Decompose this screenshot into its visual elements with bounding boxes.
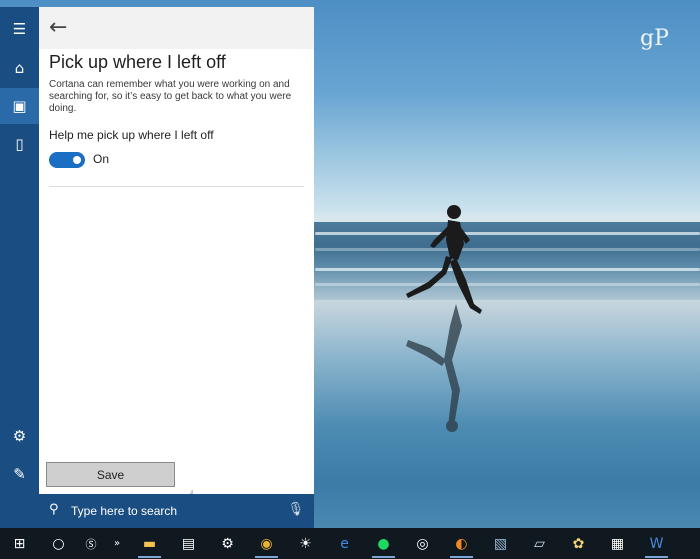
- weather-icon[interactable]: ☀: [286, 528, 325, 559]
- word-icon[interactable]: W: [637, 528, 676, 559]
- home-icon[interactable]: ⌂: [0, 50, 39, 86]
- chrome-icon[interactable]: ◉: [247, 528, 286, 559]
- back-arrow-icon[interactable]: ←: [49, 15, 67, 40]
- wave: [315, 248, 700, 251]
- search-input[interactable]: Type here to search: [71, 504, 177, 518]
- store-icon[interactable]: ▤: [169, 528, 208, 559]
- spotify-icon[interactable]: ●: [364, 528, 403, 559]
- edge-icon[interactable]: e: [325, 528, 364, 559]
- notes-icon[interactable]: ▱: [520, 528, 559, 559]
- skype-icon[interactable]: Ⓢ: [78, 528, 104, 559]
- page-title: Pick up where I left off: [49, 52, 226, 72]
- toggle-knob: [73, 156, 81, 164]
- toggle-label: Help me pick up where I left off: [49, 128, 214, 142]
- pick-up-toggle[interactable]: [49, 152, 85, 168]
- wave: [315, 232, 700, 235]
- groove-icon[interactable]: ◎: [403, 528, 442, 559]
- file-explorer-icon[interactable]: ▬: [130, 528, 169, 559]
- menu-icon[interactable]: ☰: [0, 11, 39, 47]
- more-icon[interactable]: »: [104, 528, 130, 559]
- toggle-state-text: On: [93, 152, 110, 166]
- notebook-icon[interactable]: ▣: [0, 88, 39, 124]
- divider: [49, 186, 304, 187]
- wave: [315, 268, 700, 271]
- save-button[interactable]: Save: [46, 462, 175, 487]
- feedback-icon[interactable]: ✎: [0, 456, 39, 492]
- calendar-icon[interactable]: ▦: [598, 528, 637, 559]
- cortana-settings-panel: ← Pick up where I left off Cortana can r…: [39, 7, 314, 506]
- panel-header: ←: [39, 7, 314, 49]
- settings-icon[interactable]: ⚙: [208, 528, 247, 559]
- firefox-icon[interactable]: ◐: [442, 528, 481, 559]
- taskbar: ⊞ ○ Ⓢ » ▬ ▤ ⚙ ◉ ☀ e ● ◎ ◐ ▧ ▱ ✿ ▦ W: [0, 528, 700, 559]
- search-icon: ⚲: [49, 502, 59, 517]
- gear-icon[interactable]: ⚙: [0, 418, 39, 454]
- setting-description: Cortana can remember what you were worki…: [49, 79, 292, 114]
- windows-start-icon[interactable]: ⊞: [0, 528, 39, 559]
- runner-silhouette: [406, 205, 482, 432]
- search-box[interactable]: ⚲ Type here to search 🎙: [39, 494, 314, 528]
- microphone-icon[interactable]: 🎙: [287, 502, 304, 517]
- cortana-circle-icon[interactable]: ○: [39, 528, 78, 559]
- wave: [315, 283, 700, 286]
- photo-icon[interactable]: ▧: [481, 528, 520, 559]
- paint-icon[interactable]: ✿: [559, 528, 598, 559]
- cortana-nav-rail: ☰ ⌂ ▣ ▯ ⚙ ✎: [0, 7, 39, 528]
- devices-icon[interactable]: ▯: [0, 126, 39, 162]
- watermark-logo: gP: [640, 26, 669, 51]
